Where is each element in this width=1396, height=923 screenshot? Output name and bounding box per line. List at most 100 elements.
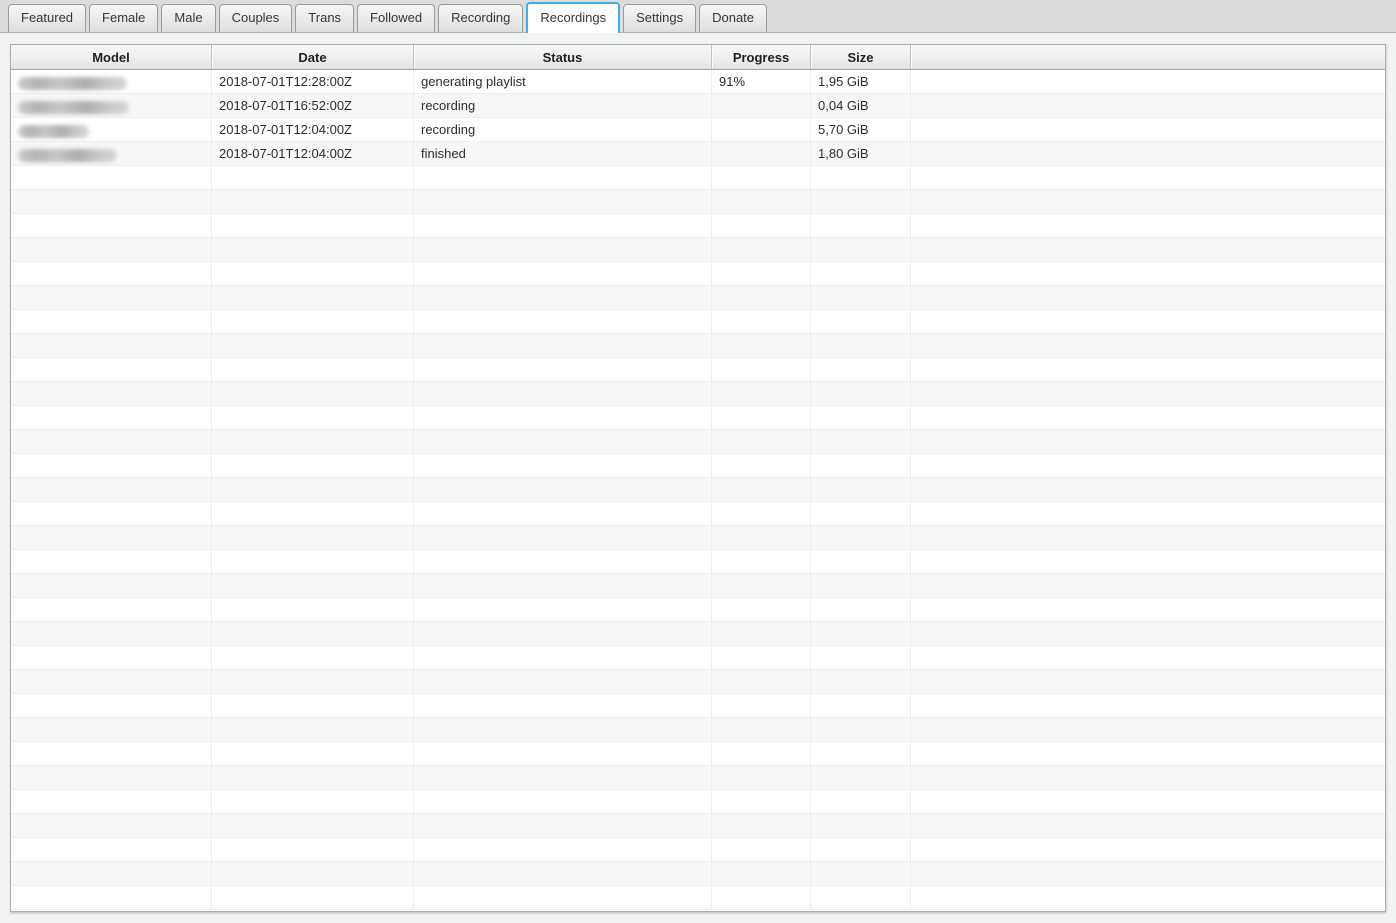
tab-followed[interactable]: Followed xyxy=(357,4,435,32)
tab-couples[interactable]: Couples xyxy=(219,4,293,32)
empty-row xyxy=(11,574,1385,598)
progress-cell xyxy=(712,694,811,718)
size-cell xyxy=(811,406,911,430)
model-cell xyxy=(11,862,212,886)
empty-row xyxy=(11,406,1385,430)
recording-row[interactable]: 2018-07-01T16:52:00Zrecording0,04 GiB xyxy=(11,94,1385,118)
extra-cell xyxy=(911,574,1385,598)
progress-cell xyxy=(712,550,811,574)
progress-cell xyxy=(712,454,811,478)
recordings-table-body: 2018-07-01T12:28:00Zgenerating playlist9… xyxy=(11,70,1385,910)
redacted-model-name xyxy=(18,125,89,138)
recording-row[interactable]: 2018-07-01T12:04:00Zrecording5,70 GiB xyxy=(11,118,1385,142)
column-header-date[interactable]: Date xyxy=(212,45,414,70)
model-cell xyxy=(11,886,212,910)
model-cell xyxy=(11,94,212,118)
model-cell xyxy=(11,622,212,646)
progress-cell xyxy=(712,622,811,646)
date-cell xyxy=(212,790,414,814)
extra-cell xyxy=(911,526,1385,550)
date-cell xyxy=(212,334,414,358)
empty-row xyxy=(11,262,1385,286)
empty-row xyxy=(11,286,1385,310)
model-cell xyxy=(11,814,212,838)
empty-row xyxy=(11,478,1385,502)
extra-cell xyxy=(911,382,1385,406)
date-cell xyxy=(212,622,414,646)
extra-cell xyxy=(911,358,1385,382)
column-header-status[interactable]: Status xyxy=(414,45,712,70)
status-cell xyxy=(414,214,712,238)
model-cell xyxy=(11,334,212,358)
size-cell xyxy=(811,862,911,886)
tab-donate[interactable]: Donate xyxy=(699,4,767,32)
date-cell xyxy=(212,214,414,238)
model-cell xyxy=(11,382,212,406)
empty-row xyxy=(11,310,1385,334)
empty-row xyxy=(11,238,1385,262)
tab-recordings[interactable]: Recordings xyxy=(526,2,620,33)
status-cell xyxy=(414,190,712,214)
recording-row[interactable]: 2018-07-01T12:28:00Zgenerating playlist9… xyxy=(11,70,1385,94)
empty-row xyxy=(11,382,1385,406)
status-cell xyxy=(414,526,712,550)
date-cell xyxy=(212,766,414,790)
empty-row xyxy=(11,790,1385,814)
status-cell xyxy=(414,718,712,742)
model-cell xyxy=(11,574,212,598)
progress-cell xyxy=(712,790,811,814)
size-cell xyxy=(811,286,911,310)
model-cell xyxy=(11,262,212,286)
extra-cell xyxy=(911,430,1385,454)
model-cell xyxy=(11,598,212,622)
redacted-model-name xyxy=(18,101,129,114)
extra-cell xyxy=(911,454,1385,478)
model-cell xyxy=(11,238,212,262)
progress-cell xyxy=(712,310,811,334)
date-cell xyxy=(212,526,414,550)
extra-cell xyxy=(911,718,1385,742)
status-cell xyxy=(414,382,712,406)
column-header-progress[interactable]: Progress xyxy=(712,45,811,70)
empty-row xyxy=(11,694,1385,718)
progress-cell xyxy=(712,526,811,550)
progress-cell xyxy=(712,262,811,286)
tab-female[interactable]: Female xyxy=(89,4,158,32)
progress-cell xyxy=(712,382,811,406)
date-cell xyxy=(212,310,414,334)
extra-cell xyxy=(911,598,1385,622)
date-cell xyxy=(212,478,414,502)
tab-male[interactable]: Male xyxy=(161,4,215,32)
size-cell xyxy=(811,838,911,862)
column-header-model[interactable]: Model xyxy=(11,45,212,70)
model-cell xyxy=(11,286,212,310)
empty-row xyxy=(11,166,1385,190)
tab-recording[interactable]: Recording xyxy=(438,4,523,32)
status-cell xyxy=(414,598,712,622)
date-cell: 2018-07-01T12:04:00Z xyxy=(212,142,414,166)
model-cell xyxy=(11,454,212,478)
date-cell xyxy=(212,286,414,310)
extra-cell xyxy=(911,214,1385,238)
model-cell xyxy=(11,670,212,694)
size-cell xyxy=(811,310,911,334)
model-cell xyxy=(11,766,212,790)
empty-row xyxy=(11,886,1385,910)
model-cell xyxy=(11,142,212,166)
status-cell xyxy=(414,358,712,382)
tab-trans[interactable]: Trans xyxy=(295,4,354,32)
size-cell xyxy=(811,646,911,670)
recording-row[interactable]: 2018-07-01T12:04:00Zfinished1,80 GiB xyxy=(11,142,1385,166)
size-cell: 0,04 GiB xyxy=(811,94,911,118)
tab-featured[interactable]: Featured xyxy=(8,4,86,32)
model-cell xyxy=(11,694,212,718)
status-cell xyxy=(414,814,712,838)
status-cell xyxy=(414,550,712,574)
status-cell xyxy=(414,574,712,598)
extra-cell xyxy=(911,646,1385,670)
column-header-size[interactable]: Size xyxy=(811,45,911,70)
date-cell: 2018-07-01T12:28:00Z xyxy=(212,70,414,94)
status-cell xyxy=(414,838,712,862)
tab-settings[interactable]: Settings xyxy=(623,4,696,32)
model-cell xyxy=(11,526,212,550)
